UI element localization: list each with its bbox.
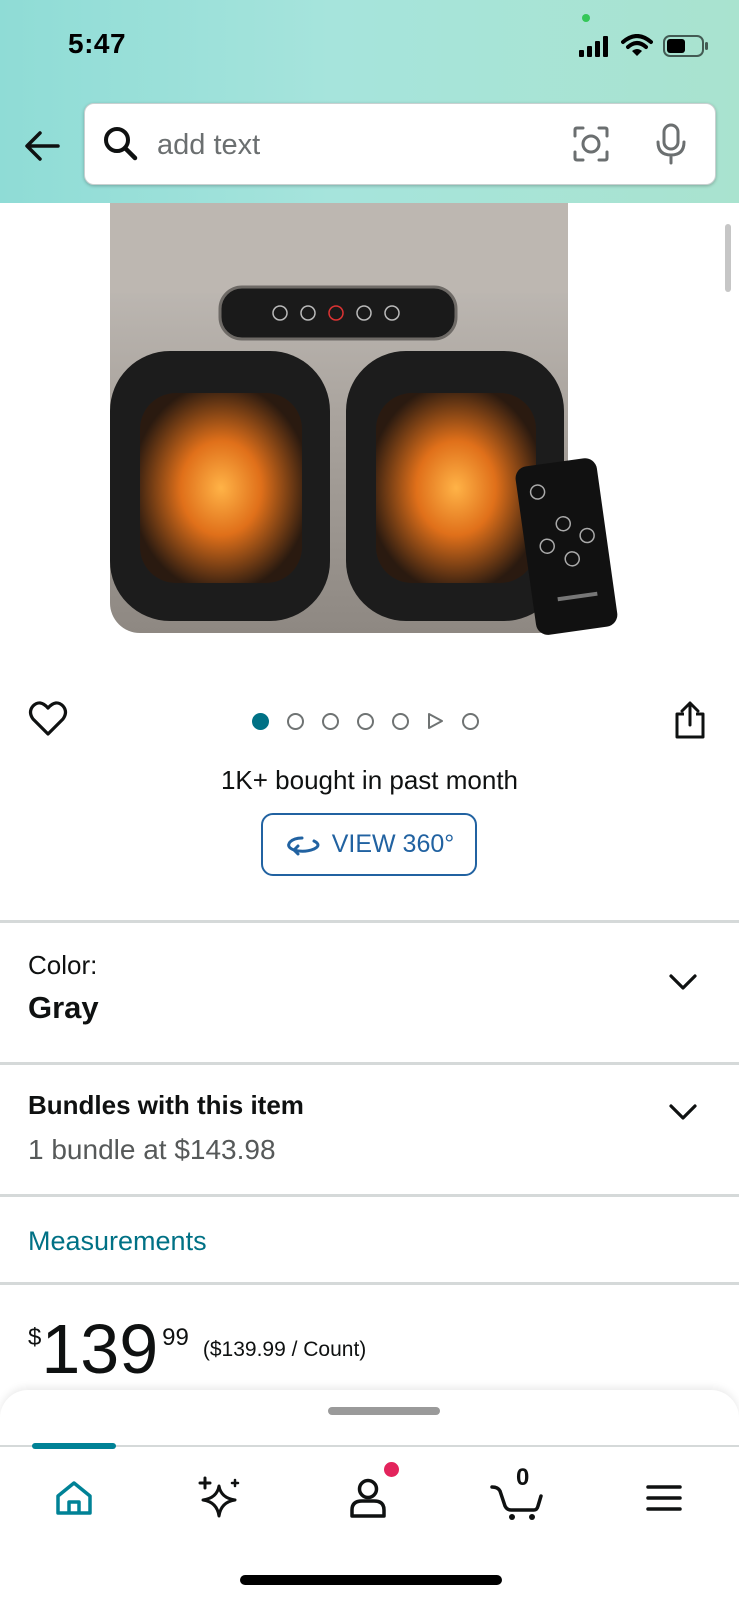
camera-lens-icon[interactable] (571, 124, 611, 164)
rotate-360-icon (286, 836, 320, 855)
section-divider (0, 1282, 739, 1285)
microphone-icon[interactable] (653, 122, 689, 166)
view-360-button[interactable]: VIEW 360° (261, 813, 477, 876)
search-icon (104, 127, 138, 161)
status-time: 5:47 (68, 28, 127, 59)
sheet-grabber[interactable] (328, 1407, 440, 1415)
video-play-icon[interactable] (427, 712, 444, 730)
home-indicator[interactable] (240, 1575, 502, 1585)
tab-menu[interactable] (634, 1468, 694, 1528)
carousel-dot[interactable] (287, 712, 304, 730)
signal-icon (579, 36, 608, 57)
price-whole: 139 (41, 1310, 159, 1388)
share-icon[interactable] (672, 700, 708, 740)
wifi-icon (621, 34, 653, 56)
price-symbol: $ (28, 1324, 42, 1351)
tab-rufus[interactable] (190, 1468, 250, 1528)
battery-icon (663, 35, 708, 57)
active-tab-indicator (32, 1443, 116, 1449)
measurements-link[interactable]: Measurements (28, 1226, 207, 1257)
chevron-down-icon[interactable] (668, 972, 698, 992)
carousel-dot[interactable] (357, 712, 374, 730)
search-input[interactable] (155, 122, 539, 168)
scroll-indicator[interactable] (725, 224, 731, 292)
color-value: Gray (28, 990, 99, 1025)
section-divider (0, 1194, 739, 1197)
privacy-indicator (582, 14, 590, 22)
color-label: Color: (28, 950, 98, 980)
tab-account[interactable] (338, 1468, 398, 1528)
bundles-title: Bundles with this item (28, 1090, 304, 1120)
account-icon (350, 1478, 386, 1518)
chevron-down-icon[interactable] (668, 1102, 698, 1122)
bundles-subtitle: 1 bundle at $143.98 (28, 1134, 276, 1165)
carousel-dot[interactable] (322, 712, 339, 730)
search-bar[interactable] (84, 103, 716, 185)
back-arrow-icon[interactable] (22, 126, 62, 166)
carousel-dot[interactable] (392, 712, 409, 730)
tab-home[interactable] (44, 1468, 104, 1528)
hamburger-menu-icon (646, 1485, 682, 1511)
section-divider (0, 1062, 739, 1065)
view-360-label: VIEW 360° (331, 830, 455, 858)
home-icon (56, 1481, 92, 1515)
app-header: 5:47 (0, 0, 739, 203)
price-fraction: 99 (162, 1324, 189, 1351)
status-icons (579, 34, 709, 58)
price: $ 139 99 ($139.99 / Count) (28, 1310, 366, 1388)
price-per-unit: ($139.99 / Count) (202, 1338, 367, 1361)
bought-in-past-month: 1K+ bought in past month (220, 765, 519, 795)
carousel-dot[interactable] (252, 712, 269, 730)
cart-count: 0 (516, 1464, 530, 1491)
carousel-dot[interactable] (462, 712, 479, 730)
sparkle-ai-icon (198, 1476, 240, 1518)
image-carousel-dots[interactable] (252, 712, 479, 730)
product-image[interactable] (100, 203, 640, 643)
section-divider (0, 920, 739, 923)
heart-icon[interactable] (28, 700, 68, 738)
notification-dot (384, 1462, 399, 1477)
